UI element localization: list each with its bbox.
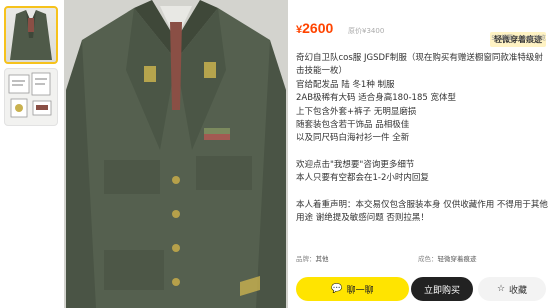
price: ¥2600	[296, 20, 333, 36]
main-product-image[interactable]	[64, 0, 288, 308]
description-line: 本人着重声明：本交易仅包含服装本身 仅供收藏作用 不得用于其他用途 谢绝提及敏感…	[296, 199, 548, 224]
description-line: 2AB极稀有大码 适合身高180-185 宽体型	[296, 93, 456, 104]
listing-info-panel: ¥2600 原价¥3400 轻微穿着痕迹 5人想要 · 1298浏览 奇幻自卫队…	[296, 0, 548, 308]
description-line: 上下包含外套+裤子 无明显磨损	[296, 106, 417, 117]
uniform-thumbnail-image	[10, 10, 52, 60]
original-price: 原价¥3400	[348, 27, 385, 35]
price-value: 2600	[302, 20, 334, 36]
chat-button-label: 聊一聊	[346, 285, 374, 296]
description-line: 奇幻自卫队cos服 JGSDF制服（现在购买有赠送橱窗同款准特级射击技能一枚）	[296, 53, 543, 77]
condition-value: 轻微穿着痕迹	[437, 255, 477, 263]
favorite-button-label: 收藏	[509, 285, 528, 296]
thumbnail-strip	[4, 6, 62, 130]
chat-bubble-icon: 💬	[331, 283, 343, 294]
description-line: 以及同尺码白海衬衫一件 全新	[296, 133, 410, 144]
condition-label: 成色：	[418, 255, 438, 263]
brand-label: 品牌：	[296, 255, 316, 263]
star-icon: ☆	[496, 283, 506, 294]
uniform-jacket-image	[64, 0, 288, 308]
brand-attribute: 品牌：其他	[296, 253, 329, 263]
buy-now-button[interactable]: 立即购买	[411, 277, 473, 301]
brand-value: 其他	[315, 255, 329, 263]
description-line: 官给配发品 陆 冬1种 制服	[296, 79, 395, 90]
thumbnail-uniform[interactable]	[4, 6, 58, 64]
listing-description: 奇幻自卫队cos服 JGSDF制服（现在购买有赠送橱窗同款准特级射击技能一枚） …	[296, 52, 548, 225]
buy-button-label: 立即购买	[423, 285, 460, 296]
description-line: 欢迎点击"我想要"咨询更多细节	[296, 159, 415, 170]
description-line: 随套装包含若干饰品 品相极佳	[296, 120, 410, 131]
listing-stats: 5人想要 · 1298浏览	[491, 35, 546, 42]
chat-button[interactable]: 💬 聊一聊	[296, 277, 409, 301]
condition-attribute: 成色：轻微穿着痕迹	[418, 253, 477, 263]
favorite-button[interactable]: ☆ 收藏	[478, 277, 546, 301]
action-bar: 💬 聊一聊 立即购买 ☆ 收藏	[296, 277, 548, 301]
description-line: 本人只要有空都会在1-2小时内回复	[296, 173, 429, 184]
thumbnail-accessories[interactable]	[4, 68, 58, 126]
accessories-thumbnail-image	[8, 72, 52, 118]
